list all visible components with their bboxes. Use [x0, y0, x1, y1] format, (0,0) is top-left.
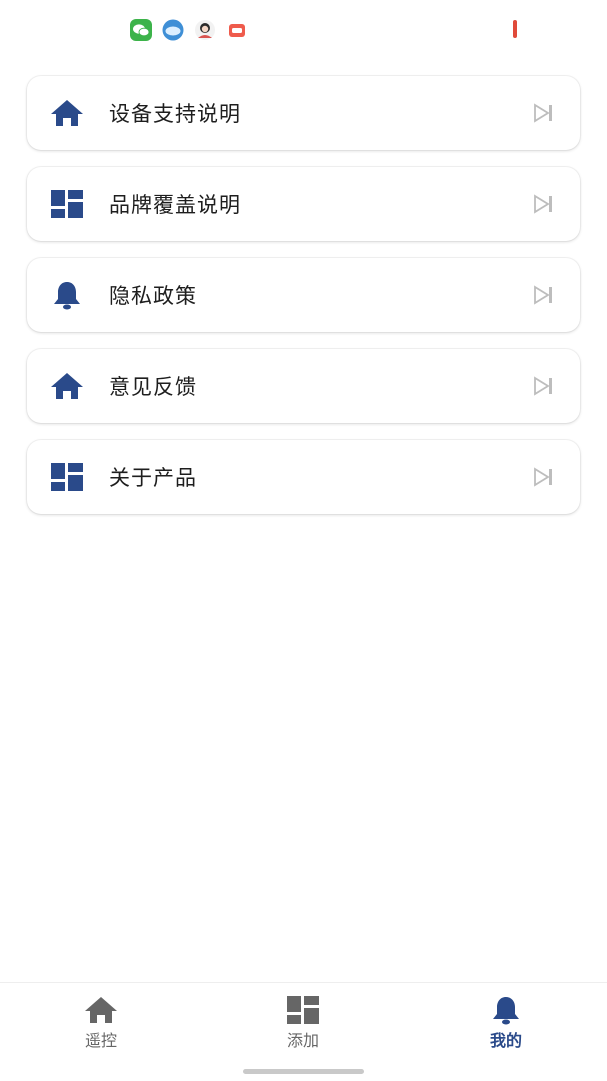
menu-item-label: 隐私政策: [109, 284, 197, 308]
shop-icon: [226, 19, 248, 41]
tab-remote-label: 遥控: [84, 1031, 117, 1050]
dashboard-icon: [50, 460, 84, 494]
menu-item-label: 关于产品: [109, 466, 197, 490]
chevron-right-icon: [534, 194, 554, 214]
menu-item-privacy-policy[interactable]: 隐私政策: [27, 258, 580, 332]
dashboard-icon: [286, 995, 320, 1025]
home-icon: [50, 369, 84, 403]
bell-icon: [489, 995, 523, 1025]
tab-add[interactable]: 添加: [253, 995, 353, 1055]
menu-item-label: 品牌覆盖说明: [109, 193, 241, 217]
menu-item-label: 设备支持说明: [109, 102, 241, 126]
tab-remote[interactable]: 遥控: [51, 995, 151, 1055]
dashboard-icon: [50, 187, 84, 221]
chevron-right-icon: [534, 285, 554, 305]
cloud-icon: [162, 19, 184, 41]
menu-item-feedback[interactable]: 意见反馈: [27, 349, 580, 423]
tab-mine[interactable]: 我的: [456, 995, 556, 1055]
settings-menu: 设备支持说明 品牌覆盖说明 隐私政策 意见反馈 关于产品: [27, 76, 580, 514]
tab-mine-label: 我的: [489, 1031, 522, 1050]
menu-item-device-support[interactable]: 设备支持说明: [27, 76, 580, 150]
chevron-right-icon: [534, 103, 554, 123]
wechat-icon: [130, 19, 152, 41]
notification-icons: [130, 18, 248, 42]
menu-item-about-product[interactable]: 关于产品: [27, 440, 580, 514]
chevron-right-icon: [534, 376, 554, 396]
chevron-right-icon: [534, 467, 554, 487]
bell-icon: [50, 278, 84, 312]
avatar-icon: [194, 19, 216, 41]
home-icon: [84, 995, 118, 1025]
recording-indicator: [513, 20, 517, 38]
home-icon: [50, 96, 84, 130]
home-indicator[interactable]: [243, 1069, 364, 1074]
status-bar: [0, 0, 607, 58]
menu-item-brand-coverage[interactable]: 品牌覆盖说明: [27, 167, 580, 241]
menu-item-label: 意见反馈: [109, 375, 197, 399]
tab-add-label: 添加: [286, 1031, 319, 1050]
bottom-nav: 遥控 添加 我的: [0, 982, 607, 1081]
